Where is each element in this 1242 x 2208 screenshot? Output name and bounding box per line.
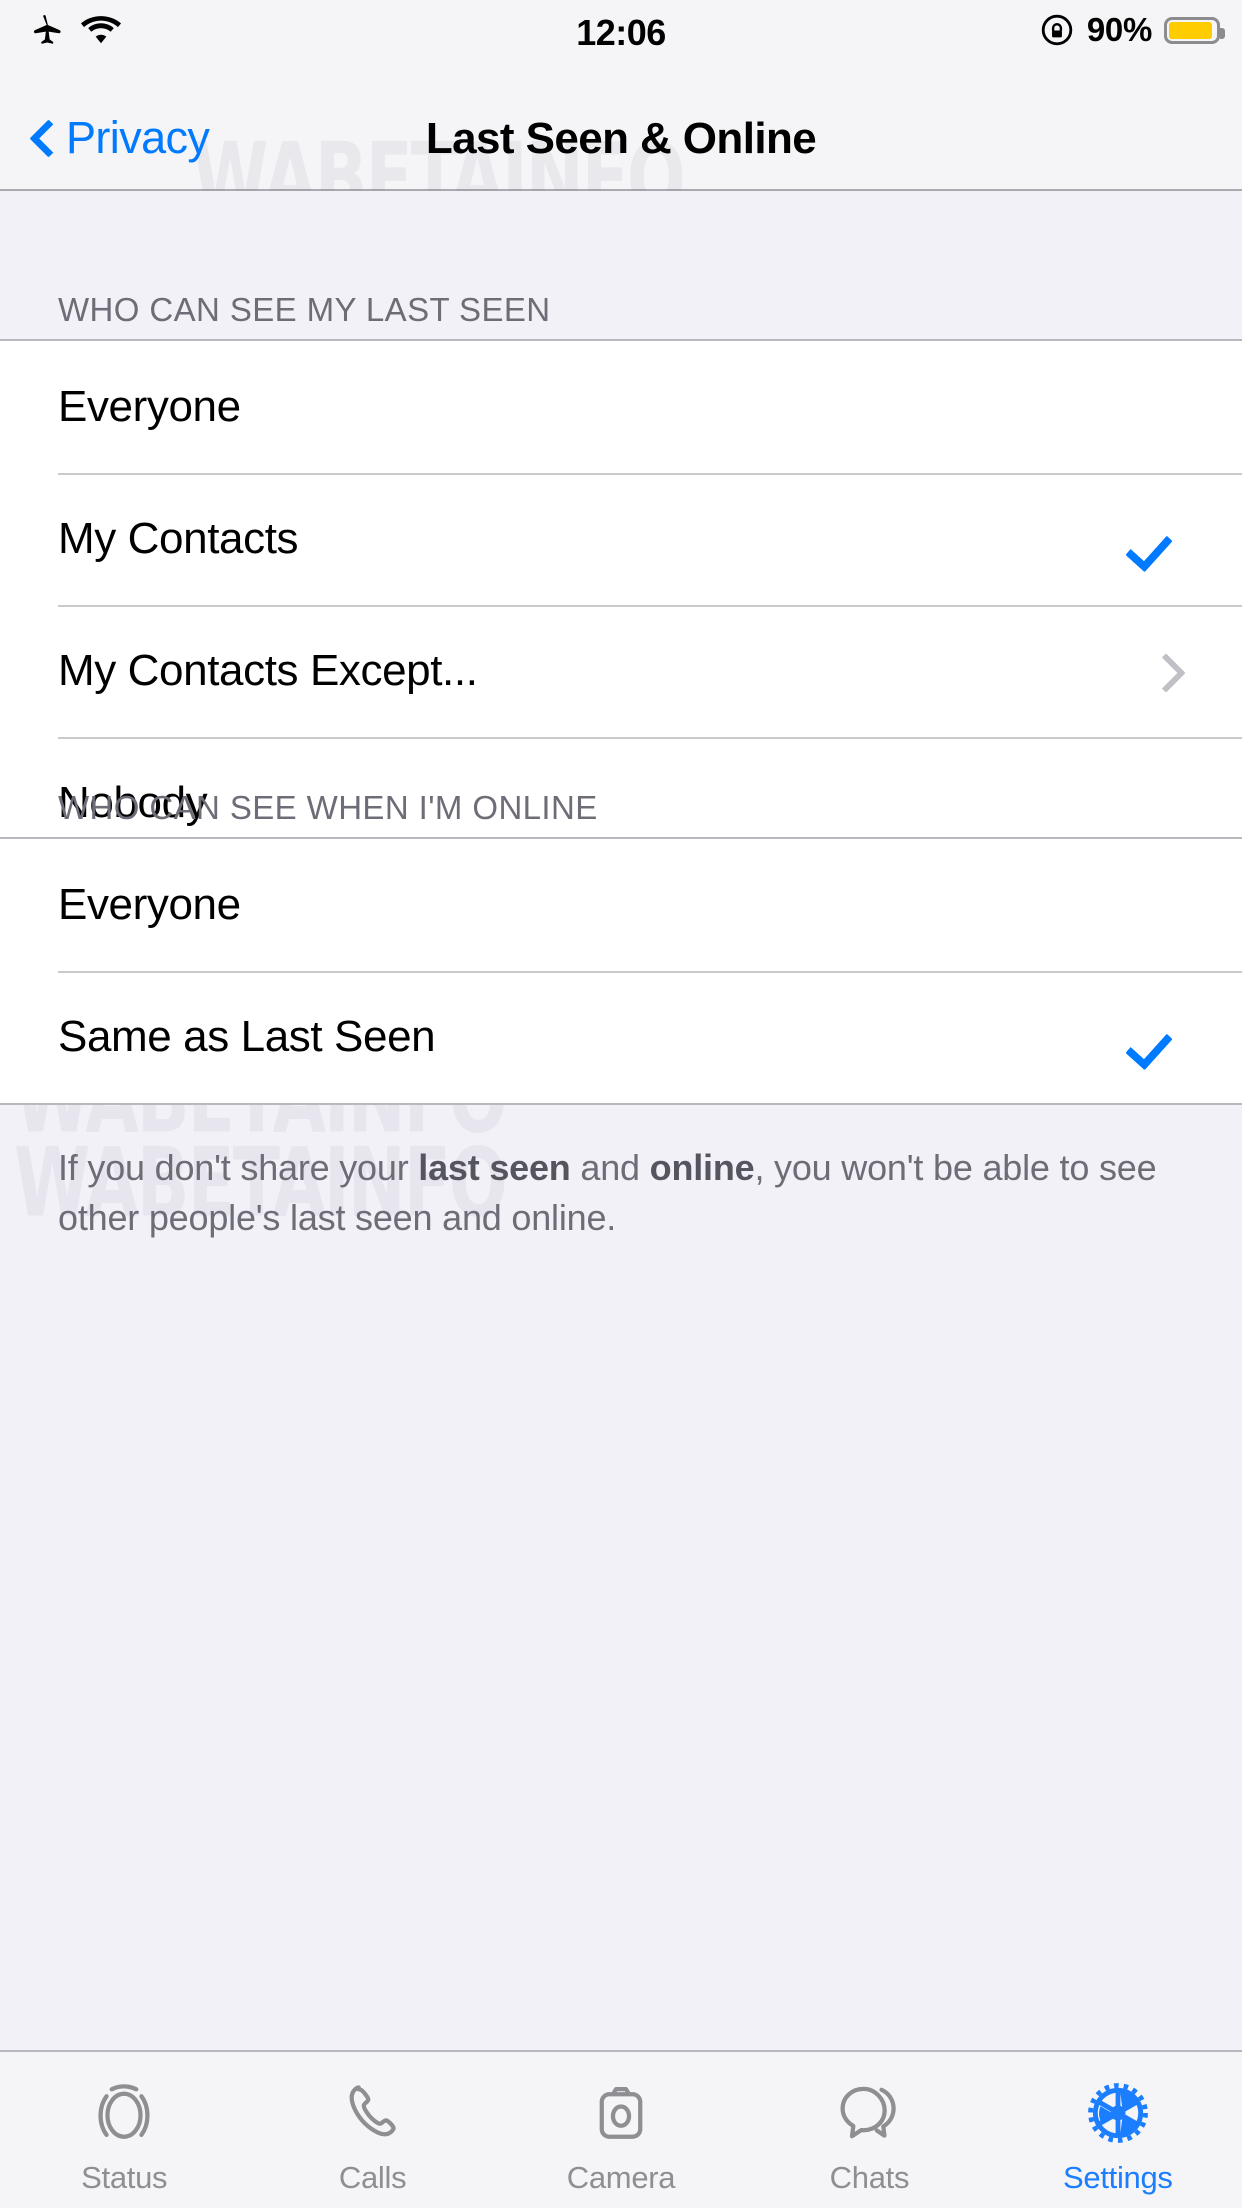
- tab-label: Status: [81, 2160, 168, 2195]
- settings-row[interactable]: Everyone: [0, 341, 1242, 473]
- gear-icon: [1075, 2070, 1161, 2156]
- phone-icon: [330, 2070, 416, 2156]
- battery-icon: [1164, 16, 1225, 44]
- rotation-lock-icon: [1041, 14, 1073, 46]
- settings-row[interactable]: My Contacts: [0, 473, 1242, 605]
- settings-group-online: Everyone Same as Last Seen: [0, 837, 1242, 1105]
- page-title: Last Seen & Online: [425, 114, 817, 163]
- tab-calls[interactable]: Calls: [248, 2052, 496, 2196]
- footnote-part-1: If you don't share your: [58, 1147, 419, 1188]
- footnote-bold-last-seen: last seen: [418, 1147, 571, 1188]
- settings-row-label: Everyone: [58, 880, 241, 929]
- status-bar: 12:06 90%: [0, 0, 1242, 62]
- settings-row-label: My Contacts Except...: [58, 646, 478, 695]
- footnote-bold-online: online: [649, 1147, 755, 1188]
- checkmark-icon: [1132, 1011, 1184, 1063]
- tab-camera[interactable]: Camera: [497, 2052, 745, 2196]
- footnote-text: If you don't share your last seen and on…: [0, 1121, 1242, 1242]
- app-screen: 12:06 90% WABETAINFO Privacy Last Seen &…: [0, 0, 1242, 2208]
- settings-row[interactable]: My Contacts Except...: [0, 605, 1242, 737]
- section-header-last-seen: WHO CAN SEE MY LAST SEEN: [58, 291, 551, 328]
- status-rings-icon: [81, 2070, 167, 2156]
- tab-chats[interactable]: Chats: [745, 2052, 993, 2196]
- status-bar-right: 90%: [1039, 11, 1225, 49]
- battery-percent-label: 90%: [1086, 11, 1152, 48]
- tab-label: Chats: [829, 2160, 910, 2195]
- chat-bubbles-icon: [826, 2070, 912, 2156]
- tab-bar: Status Calls Camera Chats Settings: [0, 2050, 1242, 2208]
- camera-icon: [578, 2070, 664, 2156]
- settings-row-label: Everyone: [58, 382, 241, 431]
- settings-row-label: My Contacts: [58, 514, 299, 563]
- tab-settings[interactable]: Settings: [994, 2052, 1242, 2196]
- tab-label: Camera: [566, 2160, 676, 2195]
- tab-status[interactable]: Status: [0, 2052, 248, 2196]
- chevron-right-icon: [1150, 651, 1184, 691]
- settings-content: WABETAINFO WABETAINFO WABETAINFO WHO CAN…: [0, 191, 1242, 2050]
- tab-label: Calls: [338, 2160, 407, 2195]
- settings-row[interactable]: Same as Last Seen: [0, 971, 1242, 1103]
- settings-row[interactable]: Everyone: [0, 839, 1242, 971]
- tab-label: Settings: [1063, 2160, 1173, 2195]
- settings-row-label: Same as Last Seen: [58, 1012, 436, 1061]
- checkmark-icon: [1132, 513, 1184, 565]
- section-header-online: WHO CAN SEE WHEN I'M ONLINE: [58, 789, 598, 826]
- footnote-part-2: and: [570, 1147, 650, 1188]
- navigation-bar: WABETAINFO Privacy Last Seen & Online: [0, 62, 1242, 234]
